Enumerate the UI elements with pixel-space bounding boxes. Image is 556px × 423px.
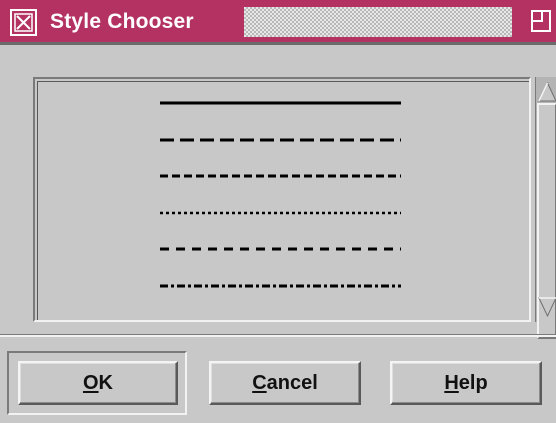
cancel-label-rest: ancel	[266, 371, 318, 394]
title-bar-drag-area[interactable]	[244, 7, 512, 37]
style-list-viewport	[37, 81, 529, 320]
line-style-short-dash[interactable]	[158, 236, 408, 262]
scroll-down-button[interactable]	[538, 296, 556, 318]
line-sample-medium-dash	[160, 174, 401, 178]
style-list[interactable]	[33, 77, 531, 322]
vertical-scrollbar[interactable]	[535, 77, 556, 339]
cancel-button[interactable]: Cancel	[209, 361, 361, 405]
arrow-down-icon	[538, 297, 556, 318]
ok-mnemonic: O	[82, 371, 99, 394]
ok-button[interactable]: OK	[18, 361, 178, 405]
ok-label-rest: K	[98, 371, 113, 394]
line-sample-dotted	[160, 211, 401, 215]
style-chooser-dialog: Style Chooser OK C ancel H elp	[0, 0, 556, 423]
title-bar[interactable]: Style Chooser	[0, 0, 556, 42]
title-bar-border	[0, 42, 556, 45]
maximize-button[interactable]	[524, 8, 556, 36]
line-sample-dash-dot	[160, 284, 401, 288]
line-style-long-dash[interactable]	[158, 127, 408, 153]
cancel-mnemonic: C	[252, 371, 267, 394]
window-menu-button[interactable]	[10, 9, 37, 36]
maximize-icon	[531, 10, 551, 32]
line-style-dash-dot[interactable]	[158, 273, 408, 299]
help-mnemonic: H	[444, 371, 459, 394]
line-style-medium-dash[interactable]	[158, 163, 408, 189]
dialog-separator	[0, 334, 556, 337]
line-style-solid[interactable]	[158, 90, 408, 116]
help-button[interactable]: Help	[390, 361, 542, 405]
window-menu-icon	[14, 13, 33, 32]
arrow-up-icon	[538, 81, 556, 102]
line-style-dotted[interactable]	[158, 200, 408, 226]
line-sample-solid	[160, 101, 401, 105]
help-label-rest: elp	[458, 371, 488, 394]
line-sample-short-dash	[160, 247, 401, 251]
scroll-up-button[interactable]	[538, 81, 556, 103]
window-title: Style Chooser	[50, 10, 194, 33]
line-sample-long-dash	[160, 138, 401, 142]
